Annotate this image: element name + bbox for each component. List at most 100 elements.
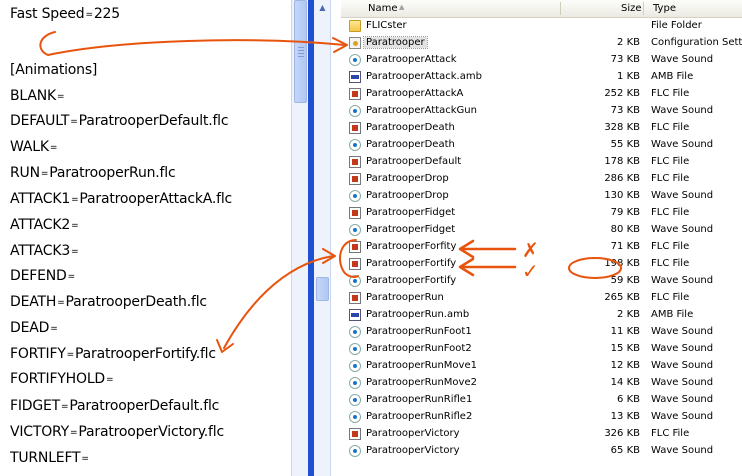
flc-file-icon [349, 241, 361, 253]
file-name: ParatrooperDeath [366, 122, 455, 133]
wave-sound-icon [349, 411, 361, 423]
file-row[interactable]: ParatrooperDrop 286 KB FLC File [341, 171, 742, 188]
ini-key: DEFAULT [10, 113, 70, 129]
file-name: ParatrooperRunFoot1 [366, 326, 472, 337]
file-size: 71 KB [610, 241, 640, 252]
file-row[interactable]: ParatrooperDrop 130 KB Wave Sound [341, 188, 742, 205]
wave-sound-icon [349, 139, 361, 151]
ini-line[interactable]: FORTIFYHOLD= [10, 371, 114, 387]
column-header: Name ▲ Size Type [341, 0, 742, 18]
file-row[interactable]: ParatrooperDefault 178 KB FLC File [341, 154, 742, 171]
file-row[interactable]: Paratrooper 2 KB Configuration Settings [341, 35, 742, 52]
ini-line[interactable]: FIDGET=ParatrooperDefault.flc [10, 398, 219, 414]
file-size: 252 KB [604, 88, 640, 99]
file-row[interactable]: ParatrooperDeath 55 KB Wave Sound [341, 137, 742, 154]
ini-line[interactable]: RUN=ParatrooperRun.flc [10, 165, 176, 181]
file-row[interactable]: ParatrooperRunRifle2 13 KB Wave Sound [341, 409, 742, 426]
file-name: ParatrooperRunMove1 [366, 360, 477, 371]
file-row[interactable]: ParatrooperAttackGun 73 KB Wave Sound [341, 103, 742, 120]
file-size: 73 KB [610, 105, 640, 116]
file-row[interactable]: ParatrooperAttack 73 KB Wave Sound [341, 52, 742, 69]
file-row[interactable]: ParatrooperRunMove1 12 KB Wave Sound [341, 358, 742, 375]
file-name: ParatrooperForfity [366, 241, 457, 252]
file-size: 15 KB [610, 343, 640, 354]
left-scrollbar-thumb[interactable] [294, 0, 307, 103]
ini-line[interactable]: TURNLEFT= [10, 450, 90, 466]
file-row[interactable]: ParatrooperDeath 328 KB FLC File [341, 120, 742, 137]
file-row[interactable]: FLICster File Folder [341, 18, 742, 35]
folder-icon [349, 20, 361, 32]
ini-line[interactable]: ATTACK2= [10, 217, 79, 233]
file-size: 73 KB [610, 54, 640, 65]
ini-line[interactable]: ATTACK1=ParatrooperAttackA.flc [10, 191, 232, 207]
ini-key: ATTACK2 [10, 217, 71, 233]
flc-file-icon [349, 207, 361, 219]
column-header-type[interactable]: Type [653, 3, 676, 14]
ini-line[interactable]: DEFAULT=ParatrooperDefault.flc [10, 113, 229, 129]
file-name: ParatrooperDeath [366, 139, 455, 150]
ini-text-pane[interactable]: Fast Speed=225 [Animations] BLANK= DEFAULT=… [0, 0, 291, 476]
file-size: 1 KB [617, 71, 640, 82]
file-row[interactable]: ParatrooperFidget 80 KB Wave Sound [341, 222, 742, 239]
file-row[interactable]: ParatrooperRunFoot2 15 KB Wave Sound [341, 341, 742, 358]
file-type: Wave Sound [651, 275, 714, 286]
right-scrollbar[interactable]: ▲ [314, 0, 331, 476]
ini-line[interactable]: DEFEND= [10, 268, 76, 284]
file-size: 198 KB [604, 258, 640, 269]
left-scrollbar[interactable] [291, 0, 308, 476]
amb-file-icon [349, 71, 361, 83]
file-name: ParatrooperDrop [366, 190, 449, 201]
file-type: AMB File [651, 309, 694, 320]
sort-arrow-icon: ▲ [399, 3, 405, 11]
ini-line[interactable]: VICTORY=ParatrooperVictory.flc [10, 424, 224, 440]
file-row[interactable]: ParatrooperFidget 79 KB FLC File [341, 205, 742, 222]
file-name: ParatrooperRun [366, 292, 444, 303]
file-row[interactable]: ParatrooperRunFoot1 11 KB Wave Sound [341, 324, 742, 341]
file-name: ParatrooperAttack.amb [366, 71, 482, 82]
ini-line[interactable]: Fast Speed=225 [10, 6, 120, 22]
file-row[interactable]: ParatrooperRunMove2 14 KB Wave Sound [341, 375, 742, 392]
file-size: 65 KB [610, 445, 640, 456]
ini-line[interactable]: DEAD= [10, 320, 59, 336]
file-row[interactable]: ParatrooperFortify 198 KB FLC File [341, 256, 742, 273]
file-row[interactable]: ParatrooperFortify 59 KB Wave Sound [341, 273, 742, 290]
file-name: ParatrooperRunFoot2 [366, 343, 472, 354]
file-type: Wave Sound [651, 139, 714, 150]
wave-sound-icon [349, 377, 361, 389]
ini-line[interactable]: [Animations] [10, 62, 97, 78]
file-type: Wave Sound [651, 411, 714, 422]
file-row[interactable]: ParatrooperForfity 71 KB FLC File [341, 239, 742, 256]
ini-key: [Animations] [10, 62, 98, 78]
ini-equals: = [66, 350, 75, 360]
file-type: Wave Sound [651, 394, 714, 405]
file-size: 14 KB [610, 377, 640, 388]
file-size: 80 KB [610, 224, 640, 235]
column-header-size[interactable]: Size [621, 3, 642, 14]
file-type: Wave Sound [651, 190, 714, 201]
ini-line[interactable]: FORTIFY=ParatrooperFortify.flc [10, 346, 216, 362]
file-row[interactable]: ParatrooperAttackA 252 KB FLC File [341, 86, 742, 103]
ini-line[interactable]: DEATH=ParatrooperDeath.flc [10, 294, 207, 310]
ini-line[interactable]: BLANK= [10, 88, 65, 104]
ini-key: Fast Speed [10, 6, 85, 22]
ini-value: ParatrooperDefault.flc [69, 398, 220, 414]
scroll-up-arrow-icon[interactable]: ▲ [317, 3, 328, 12]
right-scrollbar-thumb[interactable] [316, 277, 329, 301]
ini-equals: = [85, 10, 93, 20]
file-row[interactable]: ParatrooperRun.amb 2 KB AMB File [341, 307, 742, 324]
file-name: ParatrooperRun.amb [366, 309, 470, 320]
file-name: ParatrooperRunRifle2 [366, 411, 473, 422]
ini-line[interactable]: ATTACK3= [10, 243, 79, 259]
column-header-name[interactable]: Name [368, 3, 398, 14]
ini-value: ParatrooperAttackA.flc [79, 191, 233, 207]
file-size: 328 KB [604, 122, 640, 133]
file-row[interactable]: ParatrooperRunRifle1 6 KB Wave Sound [341, 392, 742, 409]
file-row[interactable]: ParatrooperVictory 326 KB FLC File [341, 426, 742, 443]
file-row[interactable]: ParatrooperRun 265 KB FLC File [341, 290, 742, 307]
ini-line[interactable]: WALK= [10, 139, 58, 155]
file-type: FLC File [651, 88, 690, 99]
file-row[interactable]: ParatrooperAttack.amb 1 KB AMB File [341, 69, 742, 86]
file-row[interactable]: ParatrooperVictory 65 KB Wave Sound [341, 443, 742, 460]
flc-file-icon [349, 122, 361, 134]
wave-sound-icon [349, 445, 361, 457]
